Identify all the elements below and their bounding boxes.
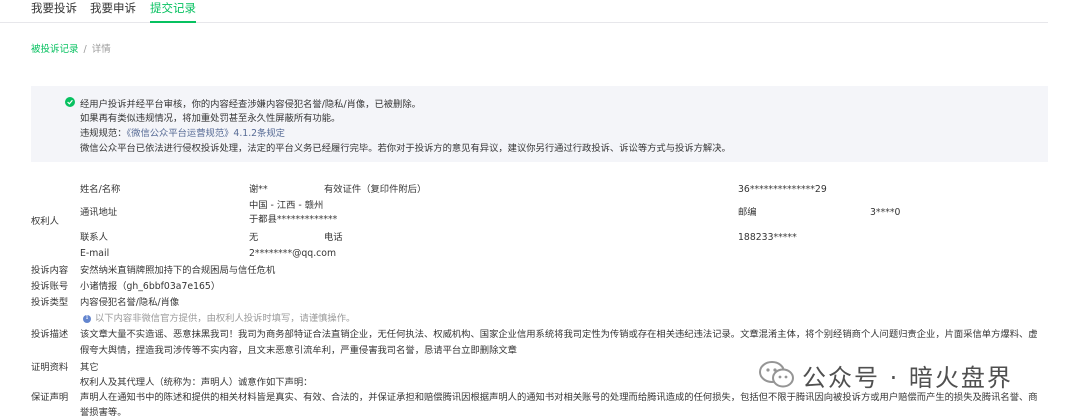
rights-holder-label: 权利人 <box>31 216 59 227</box>
rule-link[interactable]: 《微信公众平台运营规范》4.1.2条规定 <box>127 128 285 139</box>
result-notice: 经用户投诉并经平台审核，你的内容经查涉嫌内容侵犯名誉/隐私/肖像，已被删除。 如… <box>31 86 1048 162</box>
desc-label: 投诉描述 <box>31 329 69 340</box>
contact-value: 无 <box>249 232 259 243</box>
tab-complain[interactable]: 我要投诉 <box>31 0 77 22</box>
notice-line-legal: 微信公众平台已依法进行侵权投诉处理，法定的平台义务已经履行完毕。若你对于投诉方的… <box>80 143 731 154</box>
name-label: 姓名/名称 <box>80 184 121 195</box>
watermark-text: 公众号 · 暗火盘界 <box>802 363 1013 392</box>
info-icon <box>83 313 91 323</box>
contact-label: 联系人 <box>80 232 108 243</box>
postcode-value: 3****0 <box>870 207 901 218</box>
statement-label: 保证声明 <box>31 392 69 403</box>
breadcrumb: 被投诉记录 / 详情 <box>31 41 111 55</box>
notice-line-result: 经用户投诉并经平台审核，你的内容经查涉嫌内容侵犯名誉/隐私/肖像，已被删除。 <box>80 99 421 110</box>
phone-value: 188233***** <box>738 232 797 243</box>
type-hint: 以下内容非微信官方提供，由权利人投诉时填写，请谨慎操作。 <box>95 313 356 324</box>
breadcrumb-parent-link[interactable]: 被投诉记录 <box>31 44 79 55</box>
type-label: 投诉类型 <box>31 297 69 308</box>
breadcrumb-current: 详情 <box>91 44 111 55</box>
tab-appeal[interactable]: 我要申诉 <box>90 0 136 22</box>
account-value: 小诸情报（gh_6bbf03a7e165） <box>80 281 221 292</box>
desc-line1: 该文章大量不实造谣、恶意抹黑我司！我司为商务部特证合法直销企业，无任何执法、权威… <box>80 329 1038 340</box>
tab-records[interactable]: 提交记录 <box>150 0 196 23</box>
desc-line2: 假夸大舆情，捏造我司涉传等不实内容，且文末恶意引流牟利，严重侵害我司名誉，恳请平… <box>80 345 517 356</box>
phone-label: 电话 <box>324 232 343 243</box>
wechat-logo-icon <box>758 360 796 390</box>
address-line1: 中国 - 江西 - 赣州 <box>249 200 324 211</box>
email-label: E-mail <box>80 248 110 259</box>
statement-line3: 誉损害等。 <box>80 407 127 418</box>
postcode-label: 邮编 <box>738 207 757 218</box>
address-label: 通讯地址 <box>80 207 118 218</box>
rule-label: 违规规范： <box>80 128 127 139</box>
content-label: 投诉内容 <box>31 265 69 276</box>
content-value: 安然纳米直销牌照加持下的合规困局与信任危机 <box>80 265 276 276</box>
proof-label: 证明资料 <box>31 362 69 373</box>
name-value: 谢** <box>249 184 268 195</box>
email-value: 2********@qq.com <box>249 248 337 259</box>
type-value: 内容侵犯名誉/隐私/肖像 <box>80 297 180 308</box>
proof-value: 其它 <box>80 362 99 373</box>
statement-line1: 权利人及其代理人（统称为：声明人）诚意作如下声明： <box>80 377 313 388</box>
success-check-icon <box>65 97 75 107</box>
address-line2: 于都县************* <box>249 214 338 225</box>
notice-line-rule: 违规规范：《微信公众平台运营规范》4.1.2条规定 <box>80 125 285 139</box>
breadcrumb-separator: / <box>83 44 87 55</box>
notice-line-warning: 如果再有类似违规情况，将加重处罚甚至永久性屏蔽所有功能。 <box>80 113 341 124</box>
id-value: 36**************29 <box>738 184 827 195</box>
account-label: 投诉账号 <box>31 281 69 292</box>
watermark: 公众号 · 暗火盘界 <box>758 355 1013 395</box>
id-label: 有效证件（复印件附后） <box>324 184 427 195</box>
tab-bar: 我要投诉 我要申诉 提交记录 <box>0 0 1048 23</box>
